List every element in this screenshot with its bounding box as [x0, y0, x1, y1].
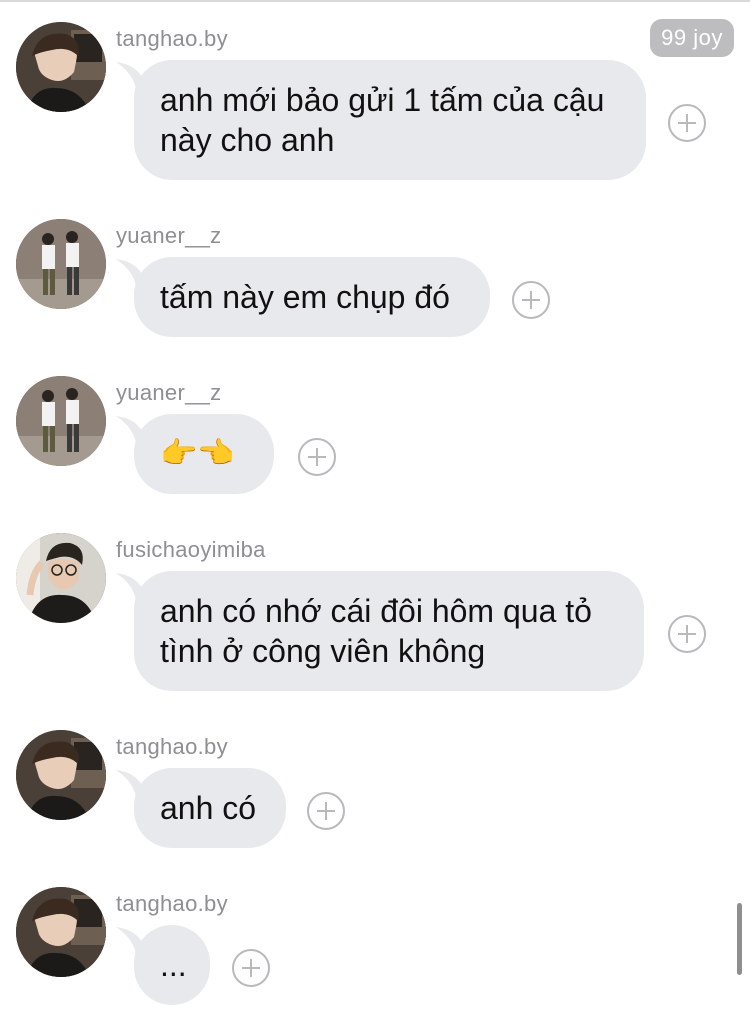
message-item: tanghao.by ...: [0, 887, 750, 1017]
message-item: tanghao.by anh có: [0, 730, 750, 860]
add-reaction-plus-circle-icon[interactable]: [668, 615, 706, 653]
message-bubble[interactable]: 👉👈: [134, 414, 274, 494]
message-bubble-wrap: anh mới bảo gửi 1 tấm của cậu này cho an…: [116, 60, 656, 180]
avatar[interactable]: [16, 22, 106, 112]
username[interactable]: fusichaoyimiba: [116, 535, 266, 565]
add-reaction-plus-circle-icon[interactable]: [668, 104, 706, 142]
message-bubble[interactable]: ...: [134, 925, 210, 1005]
avatar-fusichao-image: [16, 533, 106, 623]
message-bubble-wrap: tấm này em chụp đó: [116, 257, 490, 337]
avatar[interactable]: [16, 219, 106, 309]
message-bubble-wrap: anh có: [116, 768, 286, 848]
avatar-tanghao-image: [16, 730, 106, 820]
add-reaction-plus-circle-icon[interactable]: [307, 792, 345, 830]
avatar[interactable]: [16, 730, 106, 820]
message-bubble[interactable]: anh có nhớ cái đôi hôm qua tỏ tình ở côn…: [134, 571, 644, 691]
avatar[interactable]: [16, 533, 106, 623]
username[interactable]: tanghao.by: [116, 889, 228, 919]
header-divider: [0, 0, 750, 2]
avatar-yuaner-image: [16, 376, 106, 466]
avatar-tanghao-image: [16, 22, 106, 112]
username[interactable]: tanghao.by: [116, 24, 228, 54]
add-reaction-plus-circle-icon[interactable]: [232, 949, 270, 987]
message-bubble-wrap: ...: [116, 925, 210, 1005]
username[interactable]: yuaner__z: [116, 378, 221, 408]
message-item: yuaner__z tấm này em chụp đó: [0, 219, 750, 349]
avatar[interactable]: [16, 887, 106, 977]
message-bubble[interactable]: tấm này em chụp đó: [134, 257, 490, 337]
avatar-tanghao-image: [16, 887, 106, 977]
avatar-yuaner-image: [16, 219, 106, 309]
message-item: fusichaoyimiba anh có nhớ cái đôi hôm qu…: [0, 533, 750, 703]
add-reaction-plus-circle-icon[interactable]: [298, 438, 336, 476]
message-item: yuaner__z 👉👈: [0, 376, 750, 506]
username[interactable]: yuaner__z: [116, 221, 221, 251]
message-item: tanghao.by anh mới bảo gửi 1 tấm của cậu…: [0, 22, 750, 192]
username[interactable]: tanghao.by: [116, 732, 228, 762]
message-bubble[interactable]: anh có: [134, 768, 286, 848]
scrollbar-thumb[interactable]: [737, 903, 742, 975]
message-bubble[interactable]: anh mới bảo gửi 1 tấm của cậu này cho an…: [134, 60, 646, 180]
add-reaction-plus-circle-icon[interactable]: [512, 281, 550, 319]
message-bubble-wrap: 👉👈: [116, 414, 274, 494]
message-bubble-wrap: anh có nhớ cái đôi hôm qua tỏ tình ở côn…: [116, 571, 656, 691]
avatar[interactable]: [16, 376, 106, 466]
